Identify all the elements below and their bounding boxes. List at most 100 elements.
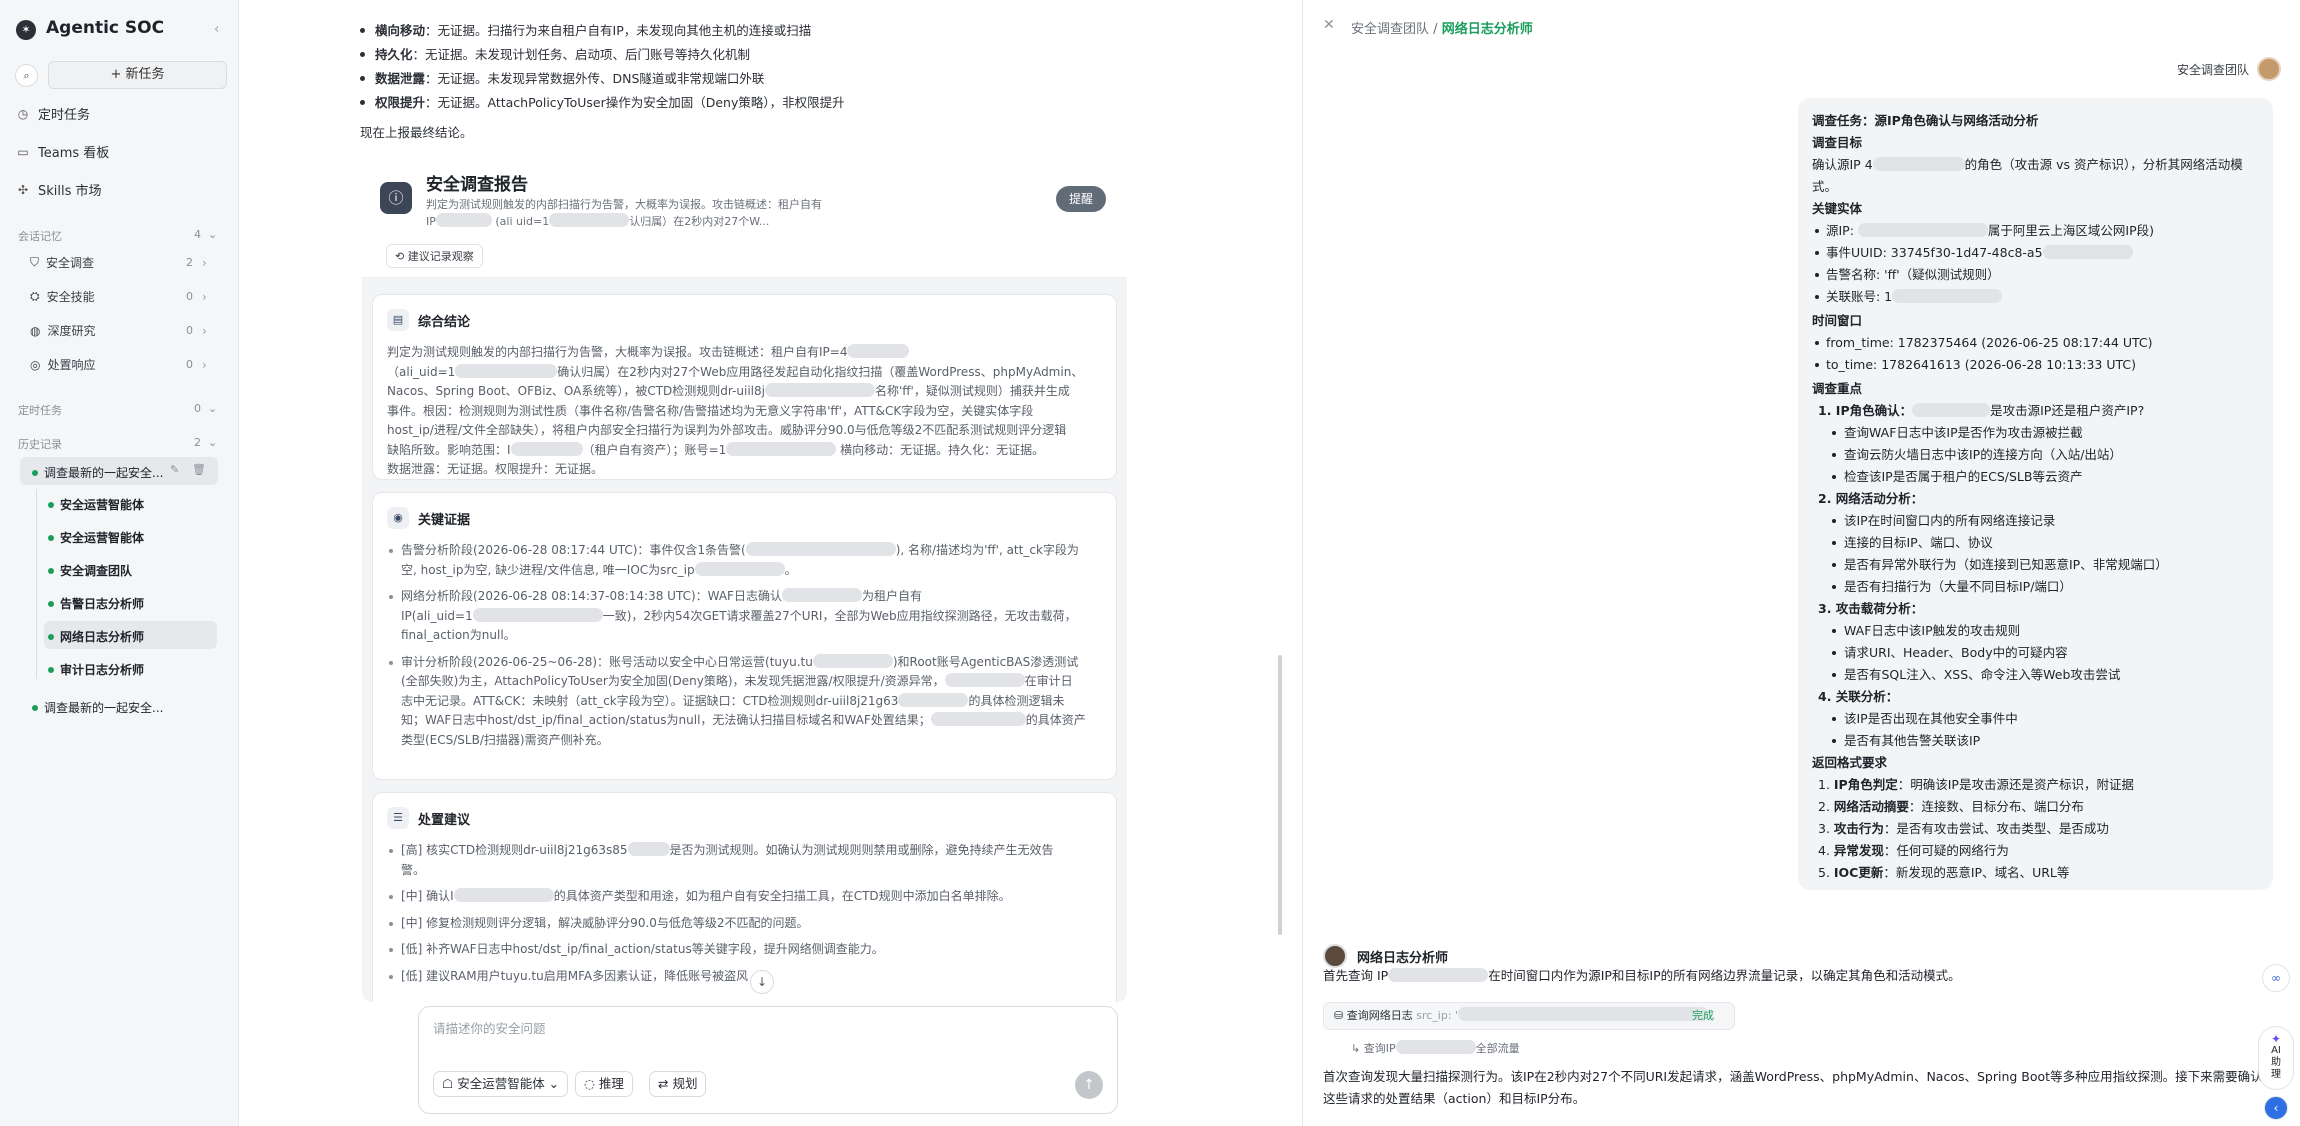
evidence-item: 审计分析阶段(2026-06-25~06-28)：账号活动以安全中心日常运营(t…	[387, 653, 1102, 751]
finding-line: 权限提升：无证据。AttachPolicyToUser操作为安全加固（Deny策…	[360, 92, 845, 111]
response-icon: ◎	[30, 357, 41, 372]
tree-item[interactable]: 告警日志分析师	[48, 595, 144, 612]
message-input[interactable]: 请描述你的安全问题	[433, 1018, 546, 1037]
memory-item[interactable]: ⛉ 安全调查 2 ›	[30, 254, 230, 271]
text: ：连接数、目标分布、端口分布	[1908, 799, 2084, 814]
breadcrumb-parent[interactable]: 安全调查团队	[1351, 22, 1429, 37]
new-task-button[interactable]: + 新任务	[48, 61, 227, 89]
link-icon[interactable]: ∞	[2262, 964, 2290, 992]
text: 的具体资产	[1025, 713, 1086, 727]
tree-label: 审计日志分析师	[60, 663, 145, 677]
ai-assistant-button[interactable]: ✦ AI助理	[2258, 1026, 2294, 1090]
agent-select[interactable]: ☖ 安全运营智能体 ⌄	[433, 1071, 569, 1097]
info-icon: ⓘ	[380, 182, 412, 214]
history-item-active[interactable]: 调查最新的一起安全... ✎ 🗑	[20, 457, 218, 485]
ai-label: AI助理	[2271, 1045, 2281, 1080]
scheduled-section-header[interactable]: 定时任务 0 ⌄	[18, 402, 223, 418]
close-icon[interactable]: ✕	[1323, 17, 1335, 33]
text: 的具体资产类型和用途，如为租户自有安全扫描工具，在CTD规则中添加白名单排除。	[553, 889, 1011, 903]
memory-count: 0	[186, 290, 193, 303]
remind-button[interactable]: 提醒	[1056, 186, 1106, 212]
chevron-right-icon: ›	[202, 289, 207, 304]
search-icon[interactable]: ⌕	[15, 64, 38, 87]
brand-title: Agentic SOC	[46, 18, 165, 38]
send-button[interactable]: ↑	[1075, 1071, 1103, 1099]
status-dot	[48, 633, 54, 640]
delete-icon[interactable]: 🗑	[192, 463, 206, 476]
scrollbar[interactable]	[1278, 655, 1282, 935]
tree-item[interactable]: 安全调查团队	[48, 562, 132, 579]
history-item[interactable]: 调查最新的一起安全...	[32, 699, 163, 716]
window-item: from_time: 1782375464 (2026-06-25 08:17:…	[1812, 332, 2259, 354]
text: (全部失败)为主，AttachPolicyToUser为安全加固(Deny策略)…	[401, 674, 945, 688]
redacted	[1872, 157, 1965, 171]
logo-icon: ✶	[16, 20, 36, 40]
status-badge: 完成	[1692, 1009, 1714, 1022]
text: 全部流量	[1475, 1042, 1520, 1055]
text: 5.	[1818, 865, 1834, 880]
text: IOC更新	[1833, 865, 1884, 880]
text: 名称'ff'，疑似测试规则）捕获并生成	[874, 384, 1070, 398]
memory-label: 安全调查	[46, 256, 95, 270]
bulb-icon: ◌	[584, 1076, 599, 1091]
memory-section-header[interactable]: 会话记忆 4 ⌄	[18, 228, 223, 244]
chevron-down-icon: ⌄	[208, 228, 218, 241]
tree-label: 安全运营智能体	[60, 498, 145, 512]
text: 异常发现	[1833, 843, 1884, 858]
focus-subitem: WAF日志中该IP触发的攻击规则	[1812, 620, 2259, 642]
bullet	[360, 52, 365, 57]
status-dot	[32, 469, 38, 476]
nav-scheduled[interactable]: ◷ 定时任务	[16, 104, 90, 124]
tree-item[interactable]: 审计日志分析师	[48, 661, 144, 678]
collapse-icon[interactable]: ‹	[2264, 1096, 2288, 1120]
focus-item: 1. IP角色确认： 是攻击源IP还是租户资产IP?	[1812, 400, 2259, 422]
text: 志中无记录。ATT&CK：未映射（att_ck字段为空）。证据缺口：CTD检测规…	[401, 693, 899, 708]
evidence-item: 告警分析阶段(2026-06-28 08:17:44 UTC)：事件仅含1条告警…	[387, 541, 1102, 580]
entity-item: 源IP: 属于阿里云上海区域公网IP段)	[1812, 220, 2259, 242]
memory-item[interactable]: ◎ 处置响应 0 ›	[30, 356, 230, 373]
tree-item[interactable]: 网络日志分析师	[48, 628, 144, 645]
text: 缺陷所致。影响范围：I	[387, 442, 511, 457]
nav-skills-market[interactable]: ✣ Skills 市场	[16, 180, 102, 200]
report-desc-part: 认归属）在2秒内对27个W...	[629, 215, 770, 228]
memory-count: 0	[186, 324, 193, 337]
tool-param: src_ip: '	[1416, 1009, 1459, 1022]
scroll-down-button[interactable]: ↓	[750, 970, 774, 994]
chevron-right-icon: ›	[202, 323, 207, 338]
tree-item[interactable]: 安全运营智能体	[48, 496, 144, 513]
branch-icon: ↳	[1351, 1042, 1364, 1055]
plan-toggle[interactable]: ⇄ 规划	[649, 1071, 707, 1097]
nav-teams-board[interactable]: ▭ Teams 看板	[16, 142, 109, 162]
record-observe-button[interactable]: ⟲ 建议记录观察	[386, 244, 483, 268]
text: 是攻击源IP还是租户资产IP?	[1990, 403, 2145, 418]
breadcrumb-current: 网络日志分析师	[1441, 22, 1533, 37]
chip-label: 推理	[598, 1076, 624, 1091]
edit-icon[interactable]: ✎	[170, 463, 179, 476]
action-item: [高] 核实CTD检测规则dr-uiil8j21g63s85 是否为测试规则。如确…	[387, 841, 1102, 880]
text: 审计分析阶段(2026-06-25~06-28)：账号活动以安全中心日常运营(t…	[401, 654, 813, 669]
status-dot	[48, 501, 54, 508]
window-item: to_time: 1782641613 (2026-06-28 10:13:33…	[1812, 354, 2259, 376]
text: （ali_uid=1	[387, 364, 456, 379]
agent-name: 网络日志分析师	[1357, 951, 1449, 966]
entity-heading: 关键实体	[1812, 201, 1863, 216]
finding-key: 数据泄露	[375, 71, 426, 86]
history-section-header[interactable]: 历史记录 2 ⌄	[18, 436, 223, 452]
text: 关联账号: 1	[1826, 289, 1893, 304]
focus-subitem: 查询WAF日志中该IP是否作为攻击源被拦截	[1812, 422, 2259, 444]
text: host_ip/进程/文件全部缺失），将租户内部安全扫描行为误判为外部攻击。威胁…	[387, 423, 1067, 437]
collapse-sidebar-icon[interactable]: ‹	[214, 22, 219, 37]
text: 类型(ECS/SLB/扫描器)需资产侧补充。	[401, 732, 609, 747]
tree-label: 安全运营智能体	[60, 531, 145, 545]
redacted	[2042, 245, 2133, 259]
tool-call[interactable]: ⛁ 查询网络日志 src_ip: ' 完成	[1323, 1002, 1735, 1030]
text: [高] 核实CTD检测规则dr-uiil8j21g63s85	[401, 843, 628, 857]
tree-item[interactable]: 安全运营智能体	[48, 529, 144, 546]
sidebar: ✶ Agentic SOC ‹ ⌕ + 新任务 ◷ 定时任务 ▭ Teams 看板 …	[0, 0, 239, 1126]
chip-label: 安全运营智能体	[457, 1076, 545, 1091]
memory-item[interactable]: ⛭ 安全技能 0 ›	[30, 288, 230, 305]
memory-item[interactable]: ◍ 深度研究 0 ›	[30, 322, 230, 339]
reasoning-toggle[interactable]: ◌ 推理	[575, 1071, 633, 1097]
skill-icon: ⛭	[30, 289, 40, 303]
text: [中] 修复检测规则评分逻辑，解决威胁评分90.0与低危等级2不匹配的问题。	[401, 915, 809, 930]
